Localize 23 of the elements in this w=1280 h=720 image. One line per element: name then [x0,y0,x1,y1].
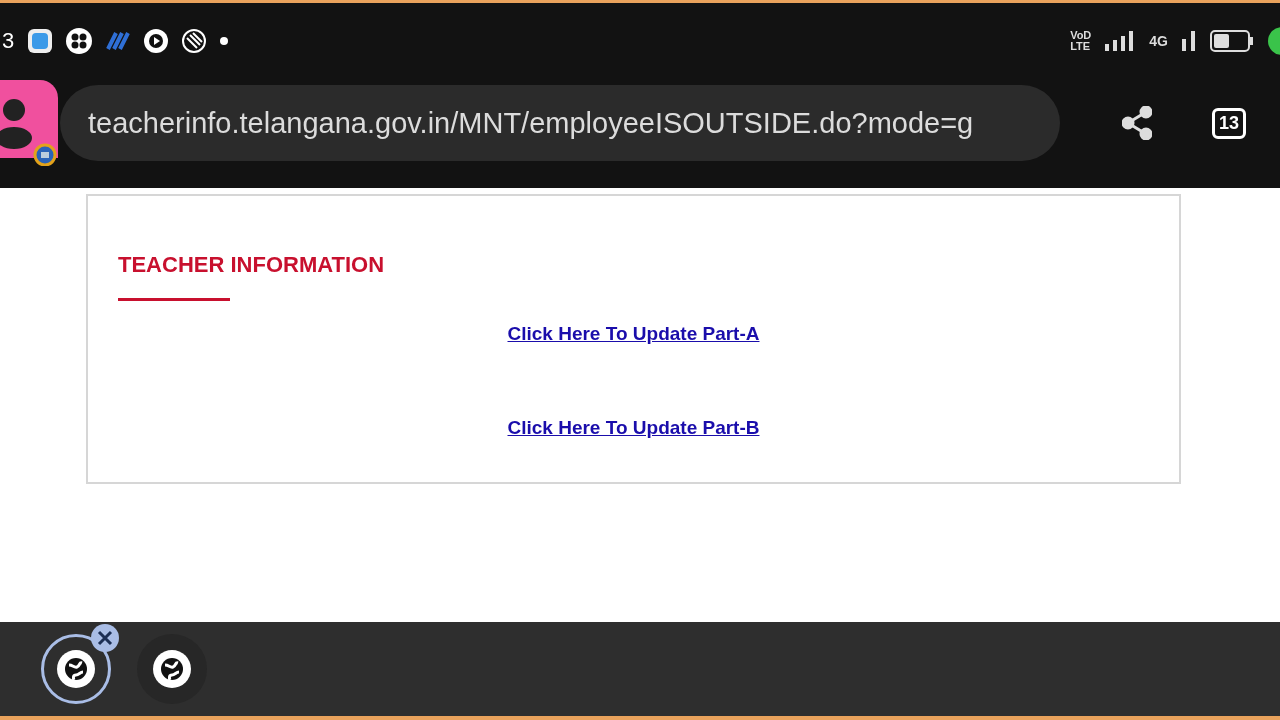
battery-icon [1210,29,1254,52]
app-icon [66,27,93,54]
network-label: 4G [1149,33,1168,48]
address-bar[interactable]: teacherinfo.telangana.gov.in/MNT/employeeISOUTSIDE.do?mode=g [60,85,1060,161]
url-text: teacherinfo.telangana.gov.in/MNT/employeeISOUTSIDE.do?mode=g [88,106,974,140]
globe-icon [153,650,191,688]
update-link[interactable]: Click Here To Update Part-B [507,417,760,439]
dot-icon [220,36,229,45]
status-time: 3 [2,27,15,54]
globe-icon [57,650,95,688]
app-icon [106,30,131,51]
page-heading: TEACHER INFORMATION [118,252,386,278]
tab-count-button[interactable]: 13 [1212,107,1247,139]
share-icon[interactable] [1122,106,1152,140]
signal-icon [1182,30,1196,51]
network-label: VoD [1070,29,1092,41]
app-icon [28,28,53,53]
network-label: LTE [1070,40,1092,52]
close-icon[interactable] [91,624,119,652]
app-icon [182,28,207,53]
play-icon [144,28,169,53]
signal-icon [1105,30,1136,51]
update-link[interactable]: Click Here To Update Part-A [507,323,760,345]
